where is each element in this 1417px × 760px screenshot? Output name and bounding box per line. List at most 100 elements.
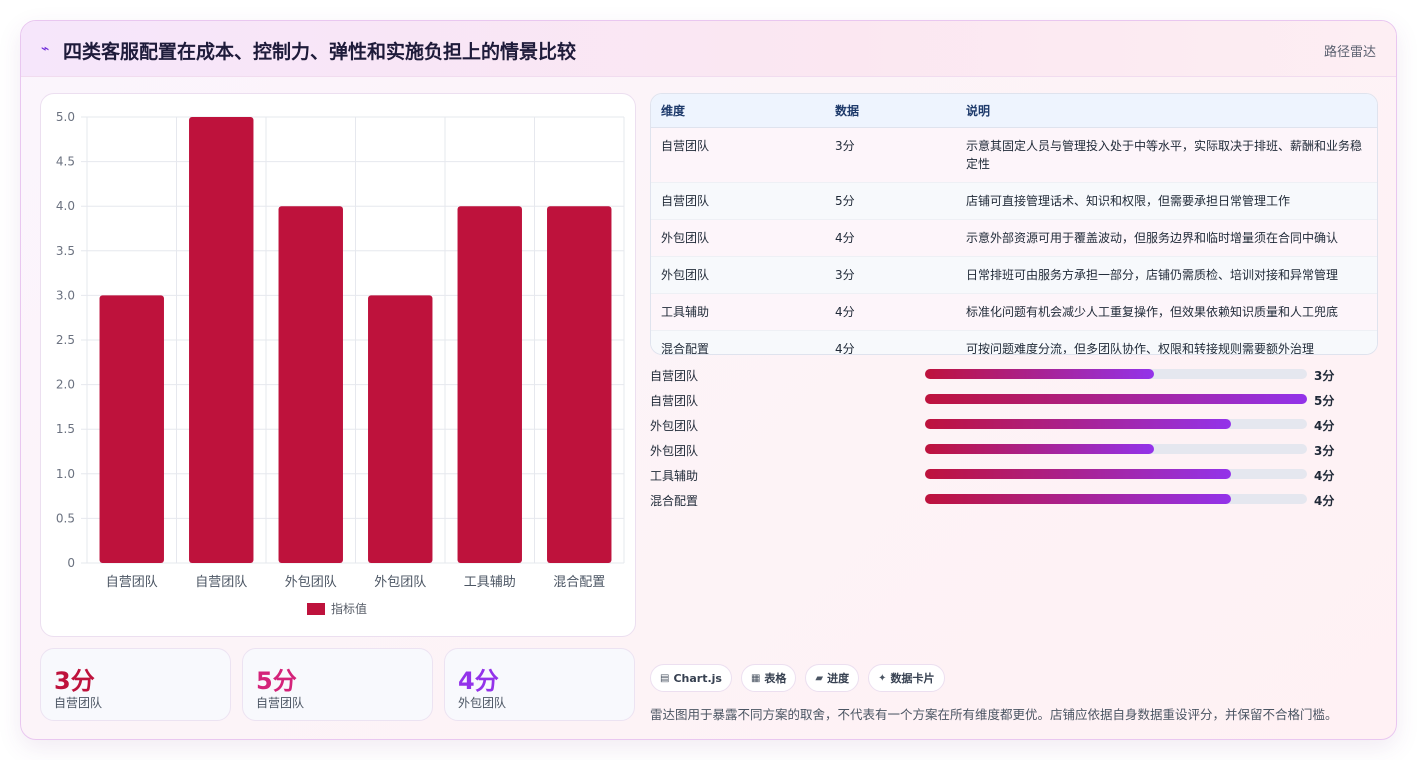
legend-swatch [307,602,325,615]
progress-label: 外包团队 [650,419,699,433]
stat-label: 自营团队 [256,696,305,710]
progress-value: 4分 [1314,469,1335,483]
progress-row: 自营团队 5分 [650,390,1350,415]
progress-track [925,444,1307,454]
chip-label: 表格 [764,672,787,685]
y-tick-label: 4.0 [56,199,75,213]
progress-fill [925,494,1231,504]
stat-label: 外包团队 [458,696,507,710]
route-label[interactable]: 路径雷达 [1324,41,1376,60]
stat-value: 3分 [54,667,95,695]
bar [368,295,433,563]
progress-track [925,394,1307,404]
chip-label: Chart.js [673,671,722,685]
y-tick-label: 0 [67,556,75,570]
table-cell: 3分 [825,127,956,183]
header: ⌁ 四类客服配置在成本、控制力、弹性和实施负担上的情景比较 路径雷达 [21,21,1396,77]
progress-value: 4分 [1314,494,1335,508]
legend-label: 指标值 [331,602,368,616]
stat-card: 5分 自营团队 [242,648,433,721]
y-tick-label: 0.5 [56,511,75,525]
table-cell: 4分 [825,219,956,257]
tag-chips: ▤ Chart.js ▦ 表格 ▰ 进度 ✦ 数据卡片 [650,664,945,692]
y-tick-label: 5.0 [56,110,75,124]
x-tick-label: 工具辅助 [464,575,516,590]
table-cell: 外包团队 [651,219,825,257]
sparkle-icon: ✦ [878,672,887,684]
chip-data-cards[interactable]: ✦ 数据卡片 [868,664,945,692]
chart-legend[interactable]: 指标值 [307,600,367,617]
y-tick-label: 3.0 [56,288,75,302]
chip-chartjs[interactable]: ▤ Chart.js [650,664,732,692]
bar [457,206,522,563]
table-cell: 可按问题难度分流，但多团队协作、权限和转接规则需要额外治理 [966,341,1315,355]
table-cell: 混合配置 [661,341,710,355]
progress-label: 工具辅助 [650,469,699,483]
progress-list: 自营团队 3分 自营团队 5分 外包团队 4分 外包团队 3分 工具辅助 4分 … [650,365,1350,515]
y-tick-label: 1.0 [56,467,75,481]
x-tick-label: 混合配置 [553,575,605,590]
table-cell: 3分 [825,256,956,294]
progress-icon: ▰ [815,672,824,684]
progress-track [925,369,1307,379]
progress-fill [925,419,1231,429]
table-cell: 4分 [825,293,956,331]
y-tick-label: 4.5 [56,155,75,169]
table-row: 工具辅助 4分 标准化问题有机会减少人工重复操作，但效果依赖知识质量和人工兜底 [651,293,1377,331]
table-row: 自营团队 3分 示意其固定人员与管理投入处于中等水平，实际取决于排班、薪酬和业务… [651,127,1377,183]
column-header: 维度 [651,94,825,128]
x-tick-label: 自营团队 [106,575,158,590]
table-row: 外包团队 3分 日常排班可由服务方承担一部分，店铺仍需质检、培训对接和异常管理 [651,256,1377,294]
progress-value: 3分 [1314,444,1335,458]
x-tick-label: 外包团队 [285,575,337,590]
page-title: 四类客服配置在成本、控制力、弹性和实施负担上的情景比较 [63,41,577,63]
y-tick-label: 3.5 [56,244,75,258]
progress-label: 混合配置 [650,494,699,508]
table-row: 外包团队 4分 示意外部资源可用于覆盖波动，但服务边界和临时增量须在合同中确认 [651,219,1377,257]
progress-row: 混合配置 4分 [650,490,1350,515]
table-cell: 5分 [825,182,956,220]
progress-fill [925,469,1231,479]
column-header: 说明 [956,94,1377,128]
table-header-row: 维度 数据 说明 [651,94,1377,128]
progress-row: 工具辅助 4分 [650,465,1350,490]
table-row: 混合配置 4分 可按问题难度分流，但多团队协作、权限和转接规则需要额外治理 [651,330,1377,355]
progress-row: 自营团队 3分 [650,365,1350,390]
progress-row: 外包团队 3分 [650,440,1350,465]
stat-card: 4分 外包团队 [444,648,635,721]
progress-row: 外包团队 4分 [650,415,1350,440]
table-row: 自营团队 5分 店铺可直接管理话术、知识和权限，但需要承担日常管理工作 [651,182,1377,220]
y-tick-label: 2.5 [56,333,75,347]
progress-track [925,469,1307,479]
table-cell: 示意外部资源可用于覆盖波动，但服务边界和临时增量须在合同中确认 [956,219,1377,257]
table-icon: ▦ [750,672,761,684]
table-cell: 外包团队 [651,256,825,294]
bar [189,117,254,563]
progress-fill [925,444,1155,454]
x-tick-label: 自营团队 [195,575,247,590]
x-tick-label: 外包团队 [374,575,426,590]
chip-label: 进度 [827,672,850,685]
y-tick-label: 1.5 [56,422,75,436]
y-tick-label: 2.0 [56,378,75,392]
bar-chart-panel: 0 0.5 1.0 1.5 2.0 2.5 3.0 3.5 4.0 4.5 5.0 自营团队 自营团队 外… [40,93,636,637]
stat-value: 4分 [458,667,499,695]
chip-table[interactable]: ▦ 表格 [740,664,797,692]
chart-icon: ▤ [660,672,670,684]
table-cell: 自营团队 [651,182,825,220]
progress-label: 外包团队 [650,444,699,458]
table-cell: 示意其固定人员与管理投入处于中等水平，实际取决于排班、薪酬和业务稳定性 [956,127,1377,183]
stat-card: 3分 自营团队 [40,648,231,721]
progress-value: 4分 [1314,419,1335,433]
progress-label: 自营团队 [650,369,699,383]
pulse-icon: ⌁ [41,41,50,57]
table-cell: 自营团队 [651,127,825,183]
chip-progress[interactable]: ▰ 进度 [805,664,860,692]
data-table: 维度 数据 说明 自营团队 3分 示意其固定人员与管理投入处于中等水平，实际取决… [650,93,1378,355]
column-header: 数据 [825,94,956,128]
stat-label: 自营团队 [54,696,103,710]
progress-fill [925,394,1307,404]
bar-chart: 0 0.5 1.0 1.5 2.0 2.5 3.0 3.5 4.0 4.5 5.0 自营团队 自营团队 外… [56,110,625,590]
footnote: 雷达图用于暴露不同方案的取舍，不代表有一个方案在所有维度都更优。店铺应依据自身数… [650,707,1338,722]
progress-value: 5分 [1314,394,1335,408]
